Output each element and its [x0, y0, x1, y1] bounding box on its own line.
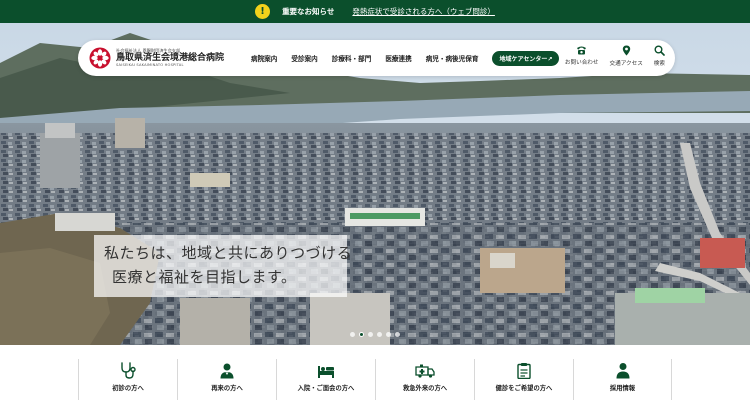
notice-link[interactable]: 発熱症状で受診される方へ（ウェブ問診）: [352, 6, 495, 17]
doctor-icon: [220, 363, 234, 379]
stethoscope-icon: [121, 362, 136, 379]
hospital-bed-icon: [318, 366, 334, 378]
logo-english: SAISEIKAI SAKAIMINATO HOSPITAL: [116, 62, 184, 67]
nav-departments[interactable]: 診療科・部門: [325, 53, 379, 63]
slider-dots: [350, 332, 400, 337]
slide-dot-5[interactable]: [386, 332, 391, 337]
search-label: 検索: [653, 61, 665, 67]
notice-title: 重要なお知らせ: [282, 7, 335, 16]
slide-dot-3[interactable]: [368, 332, 373, 337]
contact-label: お問い合わせ: [564, 60, 599, 66]
quick-link-return-visit[interactable]: 再来の方へ: [177, 359, 276, 400]
access-link[interactable]: 交通アクセス: [610, 45, 643, 67]
notice-bar: ! 重要なお知らせ 発熱症状で受診される方へ（ウェブ問診）: [0, 0, 750, 23]
site-logo[interactable]: 社会福祉法人 恩賜財団済生会支部 鳥取県済生会境港総合病院 SAISEIKAI …: [89, 47, 239, 69]
quick-link-label: 入院・ご面会の方へ: [297, 385, 355, 392]
clipboard-icon: [517, 363, 531, 379]
slogan-line-1: 私たちは、地域と共にありつづける: [104, 244, 353, 262]
quick-link-first-visit[interactable]: 初診の方へ: [78, 359, 177, 400]
nav-visit-info[interactable]: 受診案内: [284, 53, 324, 63]
community-care-center-button[interactable]: 地域ケアセンター↗: [492, 50, 560, 66]
person-icon: [616, 363, 629, 379]
ambulance-icon: [415, 364, 435, 378]
phone-icon: [577, 46, 587, 55]
nav-sick-child-care[interactable]: 病児・病後児保育: [419, 53, 486, 63]
logo-name: 鳥取県済生会境港総合病院: [116, 52, 225, 63]
quick-link-inpatient[interactable]: 入院・ご面会の方へ: [276, 359, 375, 400]
site-header: 社会福祉法人 恩賜財団済生会支部 鳥取県済生会境港総合病院 SAISEIKAI …: [78, 40, 675, 76]
search-link[interactable]: 検索: [654, 45, 665, 67]
quick-links: 初診の方へ 再来の方へ 入院・ご面会の方へ 救急外来の方へ 健診をご希望の方へ …: [0, 345, 750, 400]
map-pin-icon: [622, 45, 630, 56]
contact-link[interactable]: お問い合わせ: [565, 45, 599, 67]
slogan-line-2: 医療と福祉を目指します。: [112, 268, 297, 286]
search-icon: [654, 45, 665, 56]
access-label: 交通アクセス: [609, 61, 643, 67]
quick-link-label: 健診をご希望の方へ: [495, 385, 553, 392]
quick-link-label: 再来の方へ: [211, 385, 243, 392]
hero-slogan: 私たちは、地域と共にありつづける 医療と福祉を目指します。: [94, 235, 353, 297]
exclamation-icon: !: [255, 4, 271, 19]
quick-link-label: 救急外来の方へ: [402, 385, 448, 392]
quick-link-label: 採用情報: [609, 385, 636, 392]
slide-dot-4[interactable]: [377, 332, 382, 337]
quick-link-label: 初診の方へ: [112, 385, 144, 392]
utility-links: お問い合わせ 交通アクセス 検索: [565, 45, 665, 67]
quick-link-health-checkup[interactable]: 健診をご希望の方へ: [474, 359, 573, 400]
saiseikai-logo-icon: [89, 47, 111, 69]
nav-hospital-info[interactable]: 病院案内: [244, 53, 284, 63]
slide-dot-6[interactable]: [395, 332, 400, 337]
quick-link-emergency[interactable]: 救急外来の方へ: [375, 359, 474, 400]
slide-dot-1[interactable]: [350, 332, 355, 337]
main-nav: 病院案内 受診案内 診療科・部門 医療連携 病児・病後児保育 地域ケアセンター↗: [244, 50, 560, 66]
quick-link-recruit[interactable]: 採用情報: [573, 359, 672, 400]
slide-dot-2[interactable]: [359, 332, 364, 337]
nav-medical-cooperation[interactable]: 医療連携: [378, 53, 418, 63]
